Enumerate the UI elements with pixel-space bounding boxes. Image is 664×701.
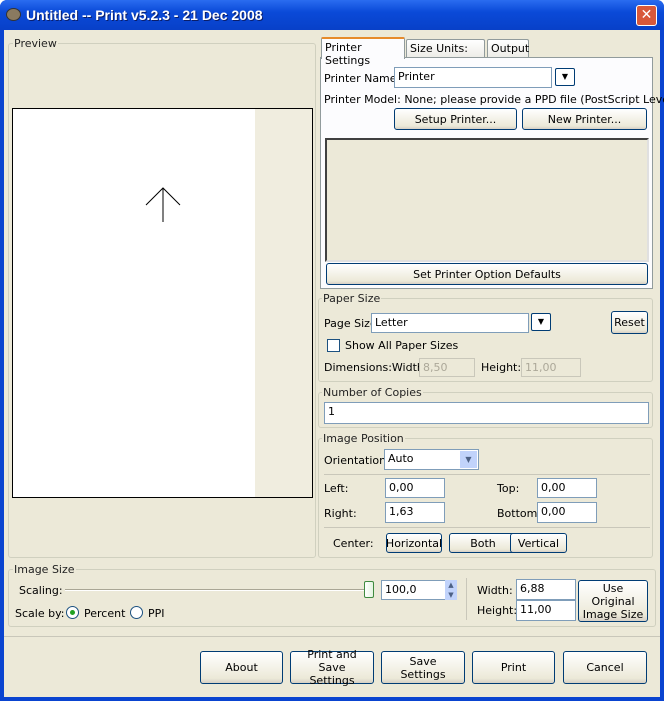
preview-label: Preview (13, 37, 58, 50)
scaling-label: Scaling: (19, 584, 63, 597)
percent-radio[interactable] (66, 606, 79, 619)
scale-by-label: Scale by: (15, 607, 65, 620)
page-size-combo[interactable]: Letter (371, 313, 529, 333)
cancel-button[interactable]: Cancel (563, 651, 647, 684)
setup-printer-button[interactable]: Setup Printer... (394, 108, 517, 130)
left-input[interactable]: 0,00 (385, 478, 445, 498)
close-button[interactable]: ✕ (636, 5, 657, 26)
printer-options-list[interactable] (325, 138, 649, 262)
image-width-label: Width: (477, 584, 513, 597)
scaling-slider-track[interactable] (65, 589, 365, 591)
orientation-arrow-icon (145, 187, 181, 222)
chevron-down-icon: ▼ (460, 451, 477, 468)
image-height-input[interactable]: 11,00 (516, 600, 576, 621)
set-printer-option-defaults-button[interactable]: Set Printer Option Defaults (326, 263, 648, 285)
title-bar: Untitled -- Print v5.2.3 - 21 Dec 2008 ✕ (0, 0, 664, 30)
ppi-label: PPI (148, 607, 165, 620)
window-title: Untitled -- Print v5.2.3 - 21 Dec 2008 (26, 7, 263, 23)
top-input[interactable]: 0,00 (537, 478, 597, 498)
gimp-icon (6, 8, 21, 21)
show-all-paper-sizes-label: Show All Paper Sizes (345, 339, 459, 352)
tab-printer-settings[interactable]: Printer Settings (321, 37, 405, 67)
divider (324, 527, 650, 528)
printer-dropdown-button[interactable]: ▼ (555, 68, 575, 86)
print-button[interactable]: Print (472, 651, 555, 684)
image-height-label: Height: (477, 604, 518, 617)
copies-label: Number of Copies (322, 386, 423, 399)
bottom-input[interactable]: 0,00 (537, 502, 597, 523)
paper-size-label: Paper Size (322, 292, 382, 305)
center-horizontal-button[interactable]: Horizontal (386, 533, 442, 553)
ppi-radio[interactable] (130, 606, 143, 619)
divider (466, 578, 467, 620)
print-and-save-settings-button[interactable]: Print and Save Settings (290, 648, 374, 687)
scaling-input[interactable]: 100,0 (381, 580, 446, 600)
printer-model-value: None; please provide a PPD file (PostScr… (404, 93, 664, 106)
center-label: Center: (333, 537, 374, 550)
tab-output[interactable]: Output (487, 39, 529, 58)
printer-model-text: Printer Model: None; please provide a PP… (324, 93, 664, 106)
dimensions-text: Dimensions: (324, 361, 392, 374)
reset-button[interactable]: Reset (611, 311, 648, 334)
paper-height-label: Height: (481, 361, 522, 374)
preview-canvas[interactable] (12, 108, 313, 498)
dimensions-label: Dimensions:Width: (324, 361, 428, 374)
print-dialog: Untitled -- Print v5.2.3 - 21 Dec 2008 ✕… (0, 0, 664, 701)
page-size-dropdown-button[interactable]: ▼ (531, 313, 551, 331)
bottom-label: Bottom: (497, 507, 542, 520)
dialog-body: Preview Printer Settings Size Units: Inc… (4, 30, 664, 697)
page-size-label: Page Size (324, 317, 377, 330)
show-all-paper-sizes-checkbox[interactable] (327, 339, 340, 352)
center-both-button[interactable]: Both (449, 533, 517, 553)
paper-width-input: 8,50 (419, 358, 475, 377)
scaling-spinner[interactable]: ▲ ▼ (445, 580, 457, 600)
scaling-slider-thumb[interactable] (364, 581, 374, 598)
image-size-label: Image Size (13, 563, 76, 576)
center-vertical-button[interactable]: Vertical (510, 533, 567, 553)
save-settings-button[interactable]: Save Settings (381, 651, 465, 684)
preview-page (13, 109, 255, 497)
orientation-value: Auto (388, 452, 414, 465)
printer-model-label: Printer Model: (324, 93, 401, 106)
about-button[interactable]: About (200, 651, 283, 684)
top-label: Top: (497, 482, 520, 495)
paper-height-input: 11,00 (521, 358, 581, 377)
tab-size-units[interactable]: Size Units: Inch (406, 39, 485, 68)
right-label: Right: (324, 507, 357, 520)
divider (4, 636, 660, 637)
printer-name-label: Printer Name: (324, 72, 401, 85)
percent-label: Percent (84, 607, 126, 620)
left-label: Left: (324, 482, 349, 495)
right-input[interactable]: 1,63 (385, 502, 445, 523)
image-width-input[interactable]: 6,88 (516, 579, 576, 600)
copies-input[interactable]: 1 (324, 402, 649, 424)
orientation-label: Orientation: (324, 454, 390, 467)
orientation-combo[interactable]: Auto ▼ (384, 449, 479, 470)
divider (324, 474, 650, 475)
printer-name-combo[interactable]: Printer (394, 67, 552, 88)
image-position-label: Image Position (322, 432, 405, 445)
use-original-image-size-button[interactable]: Use Original Image Size (578, 580, 648, 622)
new-printer-button[interactable]: New Printer... (522, 108, 647, 130)
